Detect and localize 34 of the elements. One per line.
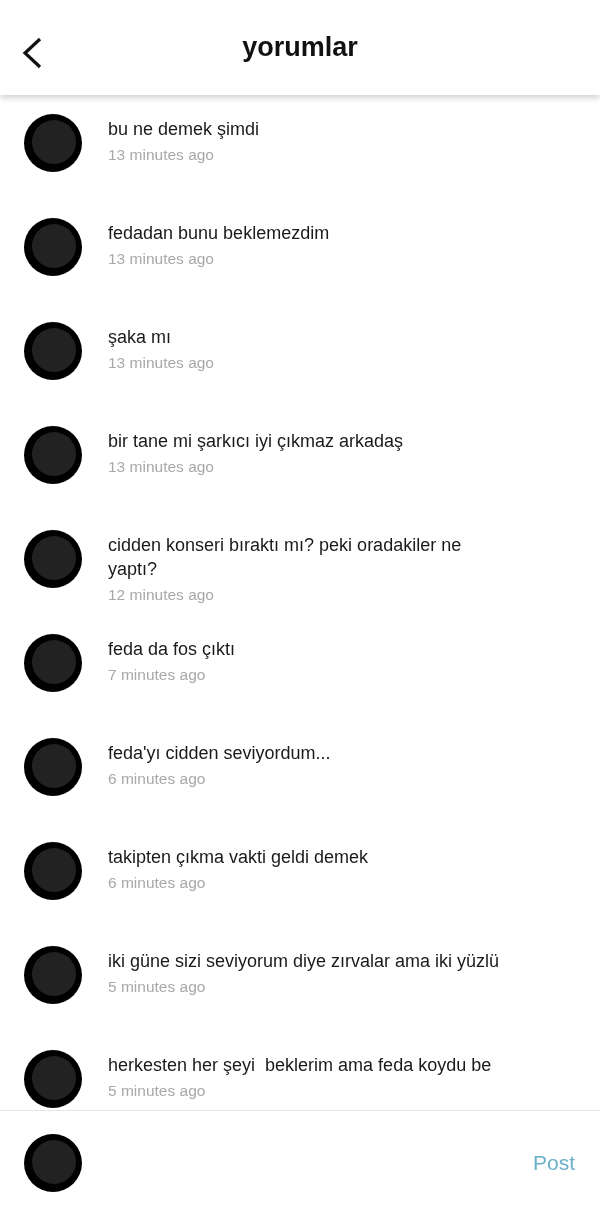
comment-text: feda'yı cidden seviyordum... — [108, 742, 332, 765]
page-title: yorumlar — [242, 32, 358, 63]
comment-time: 13 minutes ago — [108, 354, 214, 372]
comment-time: 7 minutes ago — [108, 666, 206, 684]
avatar-icon — [23, 945, 83, 1005]
comment-text: bir tane mi şarkıcı iyi çıkmaz arkadaş — [108, 430, 405, 453]
comment-time: 13 minutes ago — [108, 250, 214, 268]
comment-text: şaka mı — [108, 326, 173, 349]
comment-text: iki güne sizi seviyorum diye zırvalar ama iki yüzlü — [108, 950, 501, 973]
avatar-icon — [23, 737, 83, 797]
comment-time: 13 minutes ago — [108, 458, 214, 476]
post-button[interactable]: Post — [532, 1151, 575, 1175]
avatar-icon — [23, 633, 83, 693]
avatar-icon — [23, 841, 83, 901]
comment-time: 12 minutes ago — [108, 586, 214, 604]
comment-time: 5 minutes ago — [108, 978, 206, 996]
comment-text: cidden konseri bıraktı mı? peki oradakiler ne yaptı? — [108, 534, 463, 581]
avatar-icon — [23, 425, 83, 485]
comment-time: 13 minutes ago — [108, 146, 214, 164]
avatar-icon — [23, 1049, 83, 1109]
avatar-icon — [23, 217, 83, 277]
comment-text: feda da fos çıktı — [108, 638, 237, 661]
comment-time: 6 minutes ago — [108, 874, 206, 892]
comment-text: takipten çıkma vakti geldi demek — [108, 846, 370, 869]
avatar-icon — [23, 529, 83, 589]
avatar-icon — [23, 1133, 83, 1193]
comment-text: bu ne demek şimdi — [108, 118, 261, 141]
avatar-icon — [23, 113, 83, 173]
back-icon[interactable] — [20, 36, 44, 70]
comment-time: 6 minutes ago — [108, 770, 206, 788]
comment-text: fedadan bunu beklemezdim — [108, 222, 331, 245]
comment-text: herkesten her şeyi beklerim ama feda koydu be — [108, 1054, 493, 1077]
avatar-icon — [23, 321, 83, 381]
comment-time: 5 minutes ago — [108, 1082, 206, 1100]
